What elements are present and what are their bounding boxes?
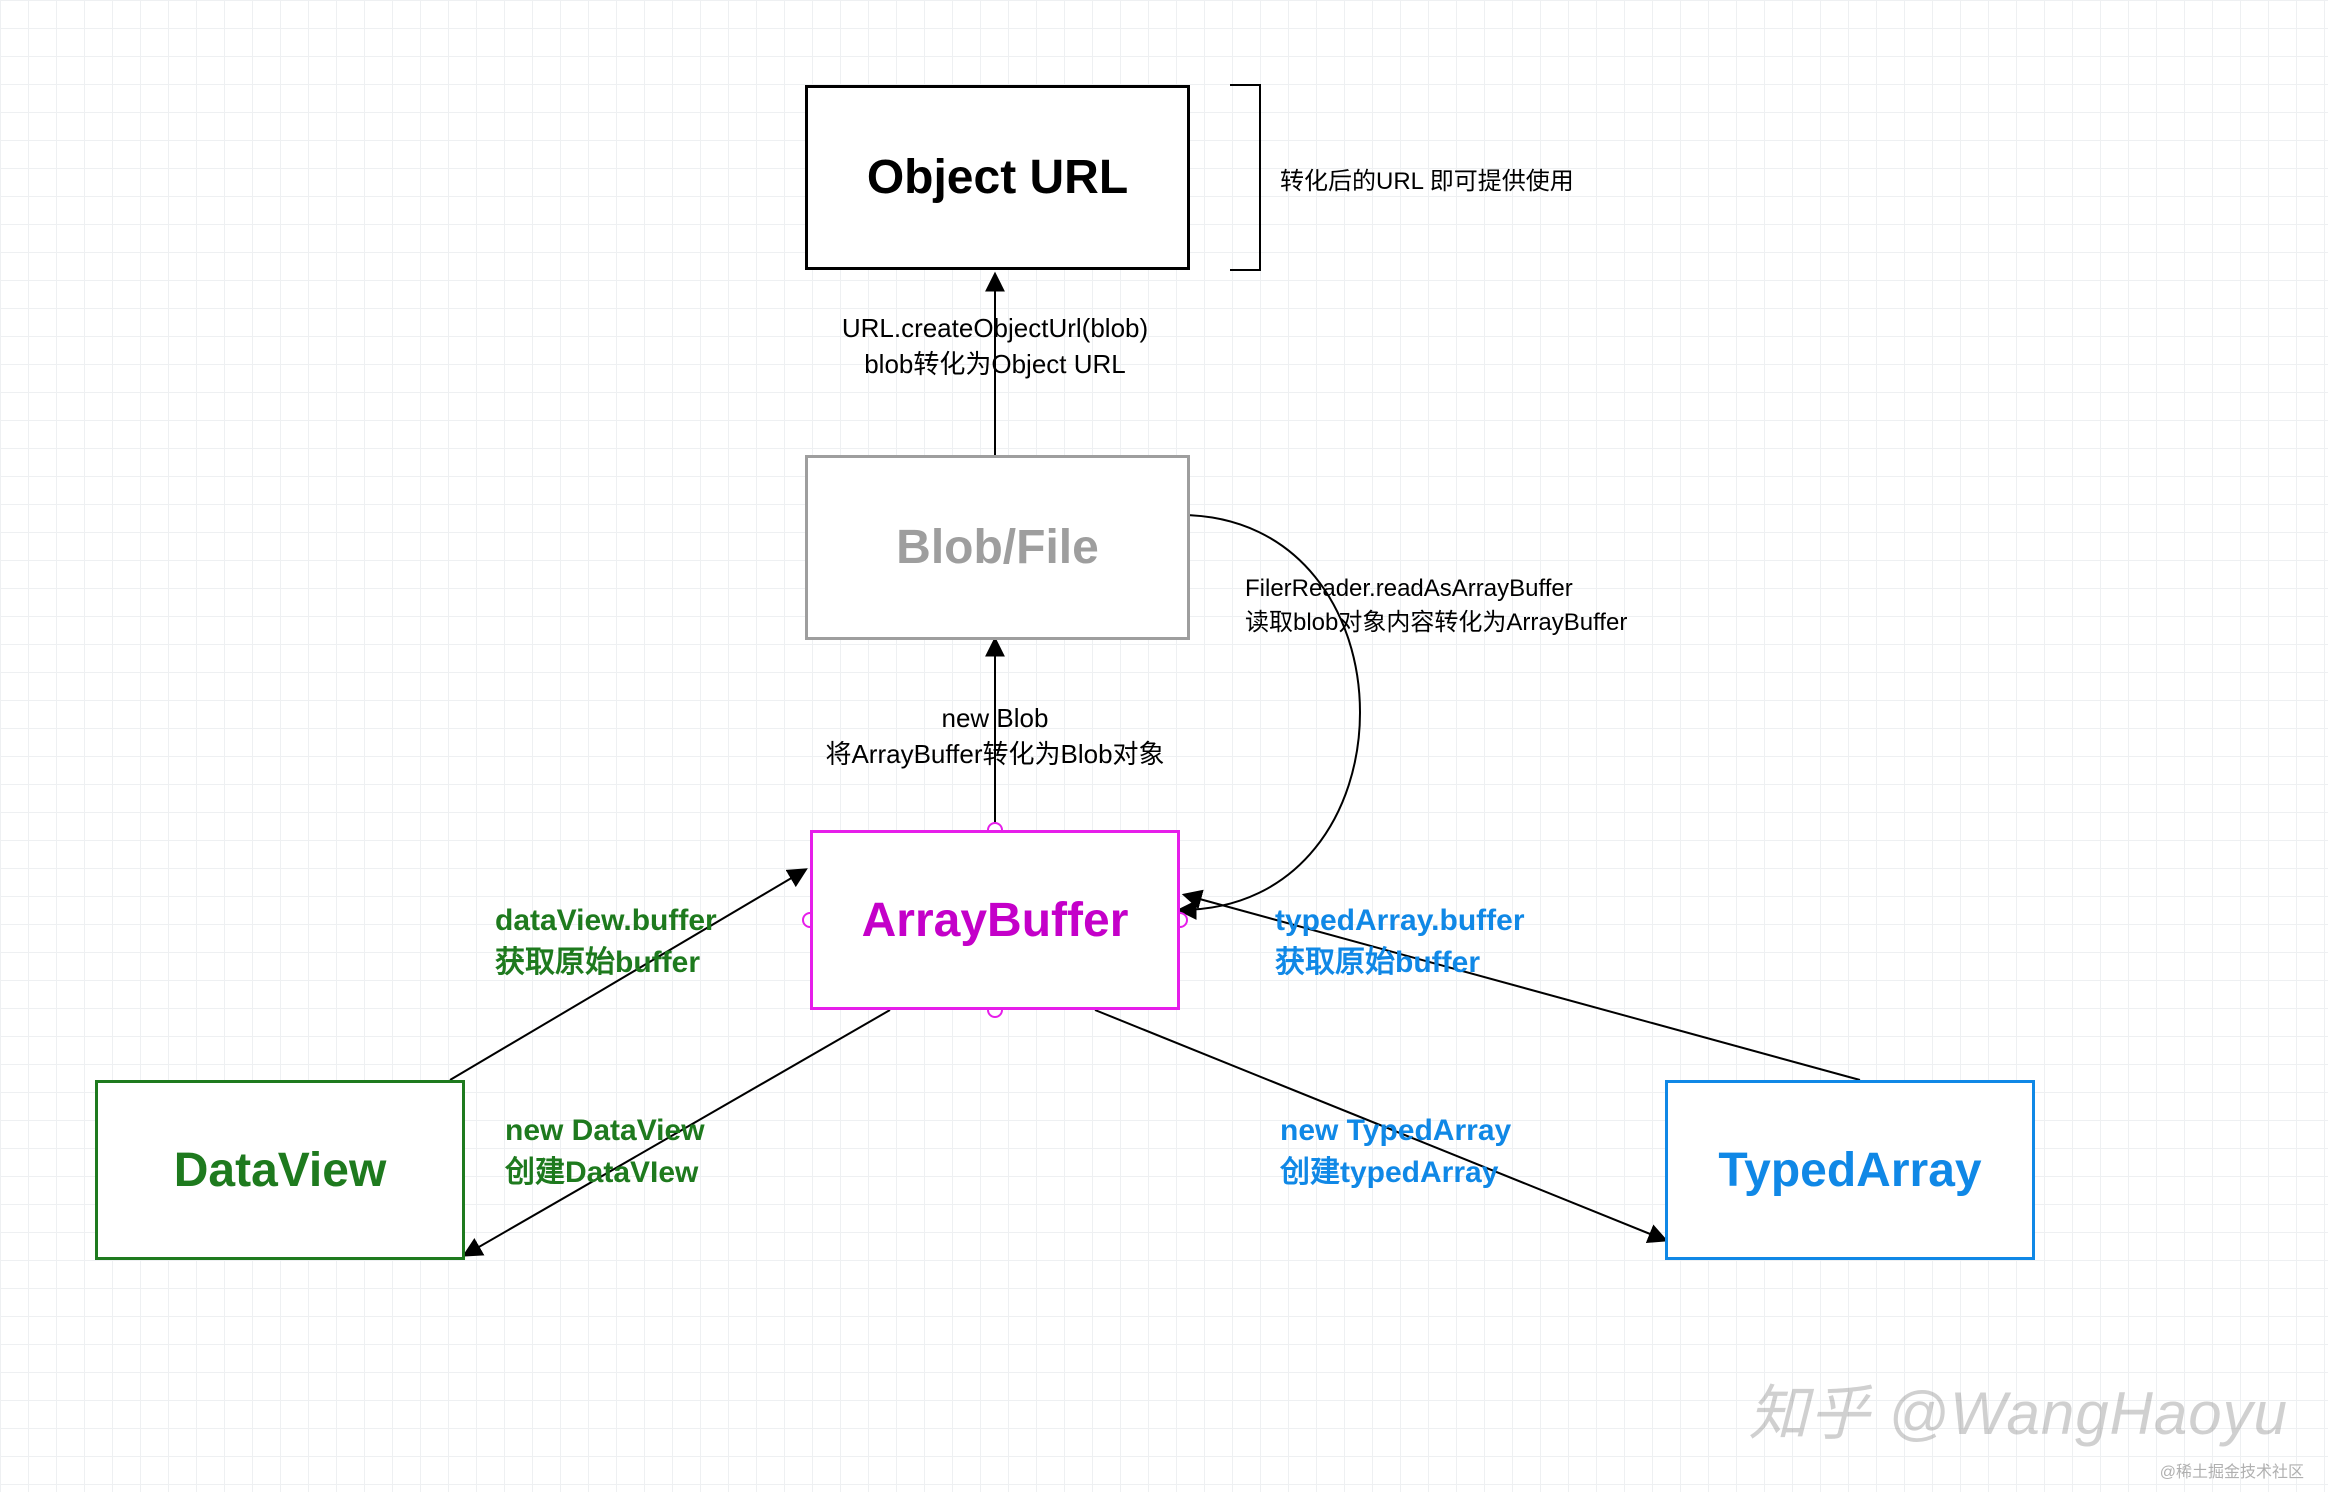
node-label: Object URL [867,150,1128,205]
label-new-typedarray: new TypedArray 创建typedArray [1280,1110,1511,1194]
watermark: 知乎 @WangHaoyu [1748,1365,2288,1452]
label-file-reader: FilerReader.readAsArrayBuffer 读取blob对象内容… [1245,572,1627,639]
label-dataview-buffer: dataView.buffer 获取原始buffer [495,900,717,984]
label-object-url-note: 转化后的URL 即可提供使用 [1280,165,1574,199]
node-label: DataView [174,1143,387,1198]
node-blob-file[interactable]: Blob/File [805,455,1190,640]
label-new-blob: new Blob 将ArrayBuffer转化为Blob对象 [800,700,1190,773]
node-array-buffer[interactable]: ArrayBuffer [810,830,1180,1010]
label-new-dataview: new DataView 创建DataVIew [505,1110,705,1194]
diagram-canvas: { "nodes": { "objectUrl": { "label": "Ob… [0,0,2328,1492]
label-typedarray-buffer: typedArray.buffer 获取原始buffer [1275,900,1525,984]
node-typed-array[interactable]: TypedArray [1665,1080,2035,1260]
label-url-create: URL.createObjectUrl(blob) blob转化为Object … [800,310,1190,383]
node-data-view[interactable]: DataView [95,1080,465,1260]
node-label: ArrayBuffer [862,893,1129,948]
node-label: Blob/File [896,520,1099,575]
footer-credit: @稀土掘金技术社区 [2160,1458,2304,1482]
node-label: TypedArray [1718,1143,1981,1198]
node-object-url[interactable]: Object URL [805,85,1190,270]
